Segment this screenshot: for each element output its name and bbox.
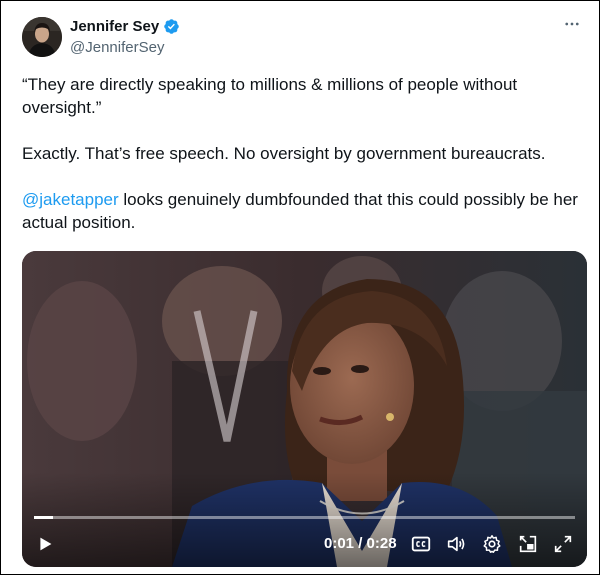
tweet-paragraph-2: Exactly. That’s free speech. No oversigh… [22, 144, 546, 163]
avatar[interactable] [22, 17, 62, 57]
volume-icon[interactable] [445, 533, 467, 555]
picture-in-picture-icon[interactable] [517, 533, 539, 555]
more-dots-icon[interactable] [563, 15, 581, 33]
mention-link[interactable]: @jaketapper [22, 190, 119, 209]
tweet-card: Jennifer Sey @JenniferSey “They are dire… [0, 0, 600, 575]
tweet-paragraph-3: @jaketapper looks genuinely dumbfounded … [22, 188, 582, 234]
video-player[interactable]: 0:01 / 0:28 [22, 251, 587, 567]
author-display-name[interactable]: Jennifer Sey [70, 18, 159, 35]
captions-icon[interactable] [410, 533, 432, 555]
play-icon[interactable] [34, 533, 56, 555]
avatar-image [22, 17, 62, 57]
author-name-row[interactable]: Jennifer Sey [70, 18, 180, 35]
settings-gear-icon[interactable] [481, 533, 503, 555]
video-time-display: 0:01 / 0:28 [324, 535, 397, 552]
fullscreen-icon[interactable] [552, 533, 574, 555]
verified-badge-icon [164, 19, 179, 34]
author-handle[interactable]: @JenniferSey [70, 39, 164, 56]
tweet-text: “They are directly speaking to millions … [22, 73, 582, 234]
video-controls: 0:01 / 0:28 [22, 519, 587, 567]
tweet-paragraph-1: “They are directly speaking to millions … [22, 75, 518, 117]
